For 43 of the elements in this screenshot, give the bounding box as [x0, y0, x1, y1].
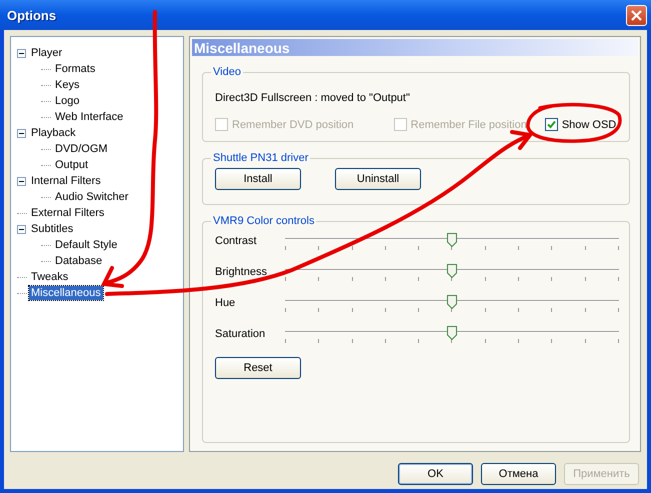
slider-label: Contrast	[215, 234, 258, 247]
push-button[interactable]: Install	[215, 168, 301, 190]
info-text: Direct3D Fullscreen : moved to "Output"	[215, 92, 411, 104]
slider-thumb[interactable]	[447, 326, 457, 340]
slider-thumb[interactable]	[447, 295, 457, 309]
tree-item[interactable]: Default Style	[53, 238, 120, 252]
tree-item[interactable]: Keys	[53, 78, 82, 92]
group-title: Shuttle PN31 driver	[212, 152, 310, 164]
tree-item[interactable]: Audio Switcher	[53, 190, 130, 204]
tree-item[interactable]: Web Interface	[53, 110, 126, 124]
tree-item[interactable]: Miscellaneous	[29, 286, 103, 300]
dialog-button[interactable]: Отмена	[481, 463, 556, 485]
tree-item[interactable]: Player	[29, 46, 64, 60]
tree-item[interactable]: Tweaks	[29, 270, 70, 284]
group-title: VMR9 Color controls	[212, 215, 316, 227]
checkbox[interactable]: Show OSD	[544, 118, 616, 131]
reset-button[interactable]: Reset	[215, 357, 301, 379]
tree-item[interactable]: Subtitles	[29, 222, 76, 236]
collapse-icon[interactable]	[17, 224, 26, 234]
tree-item[interactable]: DVD/OGM	[53, 142, 110, 156]
page-title: Miscellaneous	[194, 40, 290, 56]
slider-thumb[interactable]	[447, 233, 457, 247]
group-title: Video	[212, 66, 242, 78]
slider-label: Brightness	[215, 265, 268, 278]
check-icon	[546, 120, 556, 129]
collapse-icon[interactable]	[17, 176, 26, 186]
collapse-icon[interactable]	[17, 128, 26, 138]
dialog-button[interactable]: OK	[398, 463, 473, 485]
tree-item[interactable]: Internal Filters	[29, 174, 103, 188]
tree-item[interactable]: Logo	[53, 94, 82, 108]
push-button[interactable]: Uninstall	[335, 168, 421, 190]
collapse-icon[interactable]	[17, 48, 26, 58]
tree-item[interactable]: External Filters	[29, 206, 106, 220]
close-icon	[631, 10, 642, 20]
window-title: Options	[7, 8, 56, 22]
slider-label: Saturation	[215, 327, 266, 340]
tree-item[interactable]: Database	[53, 254, 104, 268]
close-button[interactable]	[626, 4, 647, 26]
tree-item[interactable]: Output	[53, 158, 90, 172]
slider-thumb[interactable]	[447, 264, 457, 278]
tree-item[interactable]: Formats	[53, 62, 98, 76]
slider-label: Hue	[215, 296, 236, 309]
tree-item[interactable]: Playback	[29, 126, 78, 140]
